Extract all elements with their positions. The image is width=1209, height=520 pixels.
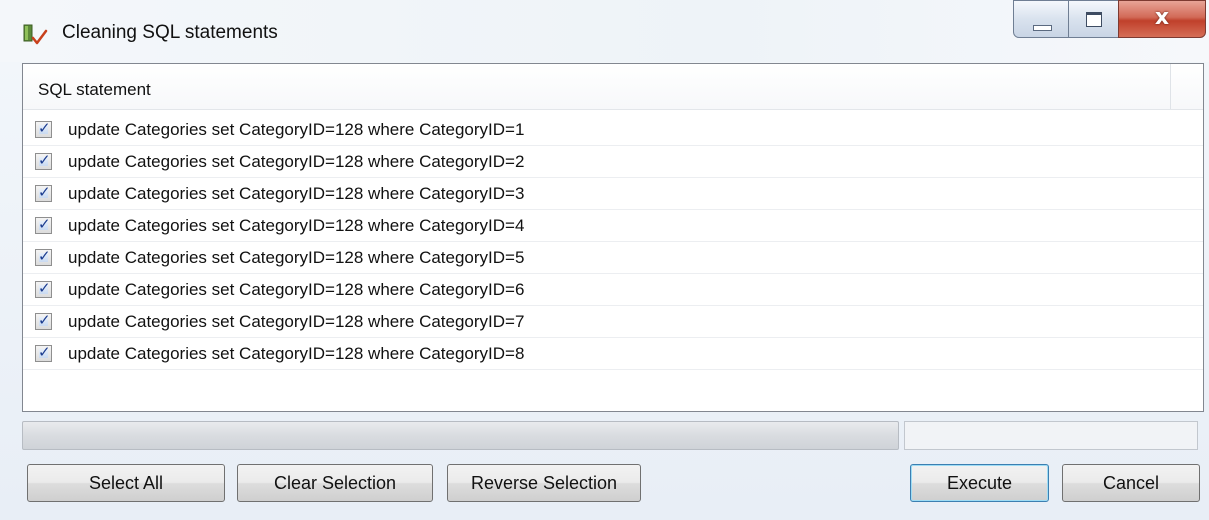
list-item[interactable]: ✓ update Categories set CategoryID=128 w… bbox=[23, 274, 1203, 306]
list-item[interactable]: ✓ update Categories set CategoryID=128 w… bbox=[23, 242, 1203, 274]
checkmark-icon: ✓ bbox=[38, 151, 51, 169]
statement-checkbox[interactable]: ✓ bbox=[35, 311, 52, 330]
list-item[interactable]: ✓ update Categories set CategoryID=128 w… bbox=[23, 146, 1203, 178]
progress-bar bbox=[22, 421, 899, 450]
statement-text: update Categories set CategoryID=128 whe… bbox=[68, 152, 525, 171]
statement-checkbox[interactable]: ✓ bbox=[35, 119, 52, 138]
checkmark-icon: ✓ bbox=[38, 279, 51, 297]
checkmark-icon: ✓ bbox=[38, 247, 51, 265]
execute-button[interactable]: Execute bbox=[910, 464, 1049, 502]
reverse-selection-button[interactable]: Reverse Selection bbox=[447, 464, 641, 502]
statement-text: update Categories set CategoryID=128 whe… bbox=[68, 280, 525, 299]
window-title: Cleaning SQL statements bbox=[62, 22, 278, 43]
cancel-button[interactable]: Cancel bbox=[1062, 464, 1200, 502]
maximize-button[interactable] bbox=[1068, 0, 1119, 38]
list-item[interactable]: ✓ update Categories set CategoryID=128 w… bbox=[23, 114, 1203, 146]
statement-checkbox[interactable]: ✓ bbox=[35, 183, 52, 202]
list-item[interactable]: ✓ update Categories set CategoryID=128 w… bbox=[23, 210, 1203, 242]
statement-text: update Categories set CategoryID=128 whe… bbox=[68, 184, 525, 203]
statement-checkbox[interactable]: ✓ bbox=[35, 151, 52, 170]
statement-text: update Categories set CategoryID=128 whe… bbox=[68, 120, 525, 139]
minimize-button[interactable] bbox=[1013, 0, 1069, 38]
database-check-icon bbox=[23, 24, 48, 45]
close-button[interactable]: x bbox=[1118, 0, 1206, 38]
list-item[interactable]: ✓ update Categories set CategoryID=128 w… bbox=[23, 338, 1203, 370]
list-item[interactable]: ✓ update Categories set CategoryID=128 w… bbox=[23, 178, 1203, 210]
list-item[interactable]: ✓ update Categories set CategoryID=128 w… bbox=[23, 306, 1203, 338]
statement-checkbox[interactable]: ✓ bbox=[35, 215, 52, 234]
dialog-window: Cleaning SQL statements x SQL statement … bbox=[0, 0, 1209, 520]
statement-text: update Categories set CategoryID=128 whe… bbox=[68, 216, 525, 235]
checkmark-icon: ✓ bbox=[38, 343, 51, 361]
minimize-icon bbox=[1033, 25, 1052, 31]
column-header-label: SQL statement bbox=[38, 80, 151, 99]
column-header-sql-statement[interactable]: SQL statement bbox=[23, 64, 1203, 110]
statement-checkbox[interactable]: ✓ bbox=[35, 343, 52, 362]
sql-statement-list[interactable]: SQL statement ✓ update Categories set Ca… bbox=[22, 63, 1204, 412]
statement-checkbox[interactable]: ✓ bbox=[35, 247, 52, 266]
close-icon: x bbox=[1154, 5, 1170, 30]
statement-text: update Categories set CategoryID=128 whe… bbox=[68, 312, 525, 331]
checkmark-icon: ✓ bbox=[38, 119, 51, 137]
checkmark-icon: ✓ bbox=[38, 311, 51, 329]
statement-text: update Categories set CategoryID=128 whe… bbox=[68, 344, 525, 363]
clear-selection-button[interactable]: Clear Selection bbox=[237, 464, 433, 502]
checkmark-icon: ✓ bbox=[38, 183, 51, 201]
title-bar[interactable]: Cleaning SQL statements x bbox=[0, 0, 1209, 62]
maximize-icon bbox=[1086, 12, 1102, 27]
status-panel bbox=[904, 421, 1198, 450]
select-all-button[interactable]: Select All bbox=[27, 464, 225, 502]
statement-checkbox[interactable]: ✓ bbox=[35, 279, 52, 298]
statement-rows: ✓ update Categories set CategoryID=128 w… bbox=[23, 114, 1203, 370]
statement-text: update Categories set CategoryID=128 whe… bbox=[68, 248, 525, 267]
column-separator[interactable] bbox=[1170, 64, 1171, 109]
checkmark-icon: ✓ bbox=[38, 215, 51, 233]
